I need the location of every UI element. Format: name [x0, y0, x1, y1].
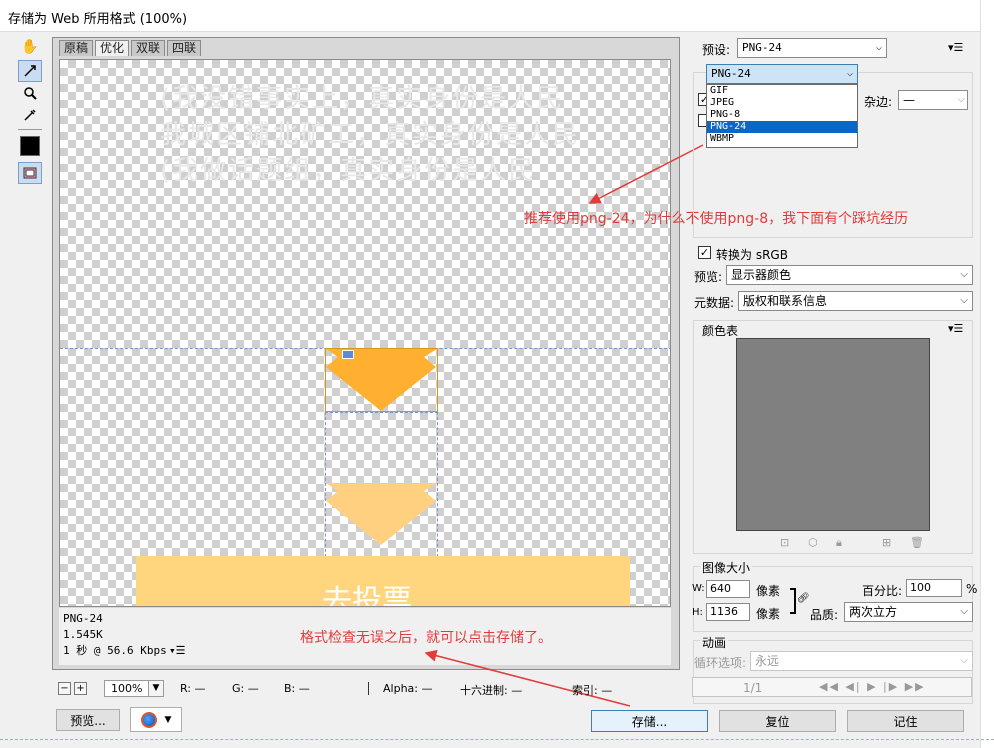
readout-g: G: —	[232, 682, 259, 695]
percent-label: 百分比:	[862, 584, 903, 598]
chevron-down-icon: ⌵	[875, 42, 882, 53]
chevron-down-icon: ⌵	[960, 606, 968, 617]
chevron-down-icon[interactable]: ▼	[148, 680, 164, 697]
new-color-icon[interactable]: ⊞	[882, 536, 891, 549]
browser-preview-button[interactable]: ▼	[130, 707, 182, 732]
quality-label: 品质:	[810, 608, 839, 622]
convert-srgb-checkbox[interactable]: ✓	[698, 246, 711, 259]
preset-value: PNG-24	[742, 41, 782, 54]
chevron-down-icon: ⌵	[846, 68, 853, 79]
height-value: 1136	[710, 605, 738, 618]
format-option-png24[interactable]: PNG-24	[707, 121, 857, 133]
chevron-down-icon: ⌵	[960, 269, 968, 280]
format-value: PNG-24	[711, 67, 751, 80]
metadata-value: 版权和联系信息	[743, 294, 828, 308]
chevron-down-icon: ⌵	[960, 295, 968, 306]
link-icon[interactable]: 🔗︎	[797, 593, 810, 604]
trash-icon[interactable]: 🗑︎	[910, 536, 924, 549]
height-label: H:	[692, 607, 703, 618]
browser-icon	[140, 711, 157, 728]
convert-srgb-label: 转换为 sRGB	[716, 248, 788, 262]
format-option-jpeg[interactable]: JPEG	[707, 97, 857, 109]
percent-unit: %	[966, 582, 978, 596]
animation-title: 动画	[700, 634, 729, 651]
height-unit: 像素	[756, 607, 781, 621]
loop-options-select[interactable]: 永远 ⌵	[750, 651, 973, 671]
image-size-title: 图像大小	[700, 559, 753, 576]
preview-mode-label: 预览:	[694, 270, 723, 284]
readout-alpha: Alpha: —	[368, 682, 432, 695]
metadata-label: 元数据:	[694, 296, 735, 310]
preview-mode-value: 显示器颜色	[731, 268, 792, 282]
format-select[interactable]: PNG-24 ⌵	[706, 64, 858, 84]
metadata-select[interactable]: 版权和联系信息 ⌵	[738, 291, 973, 311]
animation-controls: 1/1 ◀◀ ◀| ▶ |▶ ▶▶	[692, 677, 972, 697]
zoom-out-button[interactable]: −	[58, 682, 71, 695]
percent-input[interactable]: 100	[906, 579, 962, 597]
lock-color-icon[interactable]: 🔒︎	[836, 536, 842, 550]
zoom-level-value: 100%	[111, 682, 143, 695]
readout-index: 索引: —	[572, 684, 613, 697]
height-input[interactable]: 1136	[706, 603, 750, 621]
quality-select[interactable]: 两次立方 ⌵	[844, 602, 973, 622]
format-option-gif[interactable]: GIF	[707, 85, 857, 97]
readout-r: R: —	[180, 682, 206, 695]
format-dropdown-list: GIF JPEG PNG-8 PNG-24 WBMP	[706, 84, 858, 148]
map-transparency-icon[interactable]: ⊡	[780, 536, 789, 549]
preset-select[interactable]: PNG-24 ⌵	[737, 38, 887, 58]
loop-options-value: 永远	[755, 654, 780, 668]
panel-menu-icon[interactable]: ▾☰	[948, 41, 963, 54]
preset-label: 预设:	[702, 43, 731, 57]
readout-b: B: —	[284, 682, 310, 695]
color-table[interactable]	[736, 338, 930, 531]
percent-value: 100	[910, 581, 931, 594]
zoom-in-button[interactable]: +	[74, 682, 87, 695]
chevron-down-icon: ⌵	[960, 655, 968, 666]
playback-buttons[interactable]: ◀◀ ◀| ▶ |▶ ▶▶	[819, 680, 926, 693]
matte-label: 杂边:	[864, 95, 893, 109]
preview-button[interactable]: 预览...	[56, 709, 120, 731]
format-option-wbmp[interactable]: WBMP	[707, 133, 857, 145]
width-label: W:	[692, 583, 705, 594]
frame-counter: 1/1	[743, 681, 763, 695]
width-unit: 像素	[756, 584, 781, 598]
web-shift-icon[interactable]: ⬡	[808, 536, 818, 549]
width-value: 640	[710, 582, 731, 595]
loop-options-label: 循环选项:	[694, 656, 747, 670]
color-table-title: 颜色表	[702, 324, 739, 338]
preview-mode-select[interactable]: 显示器颜色 ⌵	[726, 265, 973, 285]
quality-value: 两次立方	[849, 605, 898, 619]
chevron-down-icon: ▼	[164, 714, 172, 725]
chevron-down-icon: ⌵	[957, 94, 965, 105]
matte-select[interactable]: — ⌵	[898, 90, 968, 110]
width-input[interactable]: 640	[706, 580, 750, 598]
constrain-bracket	[790, 588, 796, 614]
readout-hex: 十六进制: —	[460, 684, 523, 697]
matte-value: —	[903, 93, 915, 107]
color-table-menu-icon[interactable]: ▾☰	[948, 322, 963, 335]
format-option-png8[interactable]: PNG-8	[707, 109, 857, 121]
